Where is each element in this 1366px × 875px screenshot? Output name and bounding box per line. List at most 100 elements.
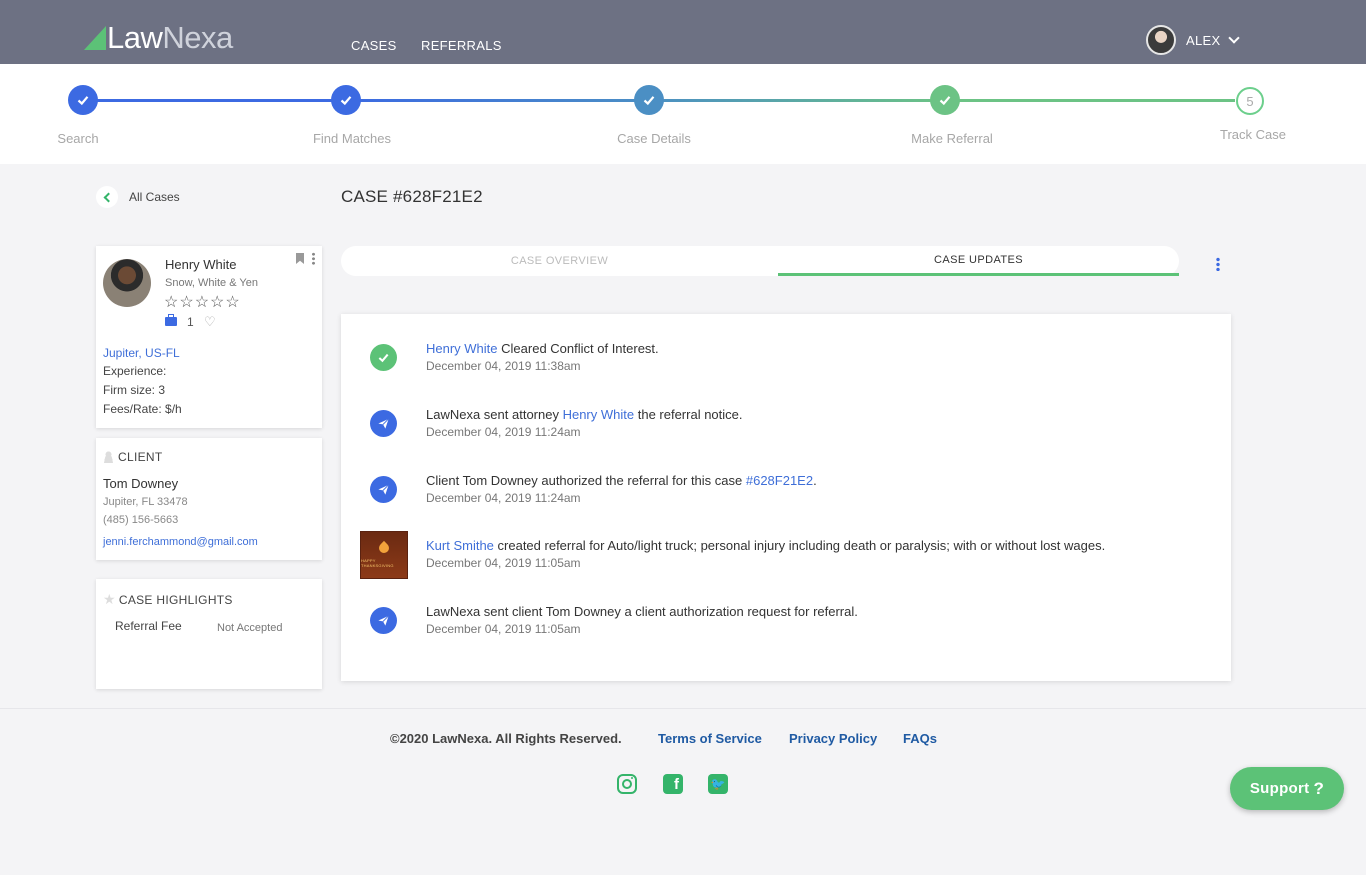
attorney-fees: Fees/Rate: $/h [103, 402, 182, 416]
highlights-heading-label: CASE HIGHLIGHTS [118, 592, 233, 607]
update-text-part: created referral for Auto/light truck; p… [493, 538, 1106, 553]
update-date: December 04, 2019 11:05am [426, 622, 581, 636]
client-heading: CLIENT [103, 450, 162, 464]
attorney-avatar [103, 259, 151, 307]
privacy-link[interactable]: Privacy Policy [789, 731, 877, 746]
attorney-name[interactable]: Henry White [165, 257, 237, 272]
step-label-find-matches: Find Matches [312, 131, 392, 146]
support-label: Support [1249, 780, 1310, 797]
tab-case-overview[interactable]: CASE OVERVIEW [341, 246, 778, 276]
client-name: Tom Downey [103, 476, 179, 491]
twitter-icon[interactable]: 🐦 [708, 774, 728, 794]
referral-fee-value: Not Accepted [217, 622, 283, 634]
case-more-icon[interactable] [1216, 257, 1220, 271]
step-track-case-number[interactable]: 5 [1236, 87, 1264, 115]
terms-link[interactable]: Terms of Service [658, 731, 762, 746]
facebook-icon[interactable]: f [663, 774, 683, 794]
update-text-part: Cleared Conflict of Interest. [497, 341, 659, 356]
copyright: ©2020 LawNexa. All Rights Reserved. [390, 731, 622, 746]
update-link[interactable]: #628F21E2 [746, 473, 813, 488]
client-email[interactable]: jenni.ferchammond@gmail.com [103, 536, 258, 548]
user-name: ALEX [1186, 32, 1221, 48]
step-case-details-check-icon[interactable] [634, 85, 664, 115]
logo-text-law: Law [107, 20, 163, 55]
update-text: LawNexa sent client Tom Downey a client … [426, 604, 858, 619]
step-label-search: Search [57, 131, 99, 146]
rating-stars[interactable]: ☆☆☆☆☆ [164, 292, 241, 312]
update-link[interactable]: Henry White [426, 341, 498, 356]
step-label-make-referral: Make Referral [911, 131, 993, 146]
step-find-matches-check-icon[interactable] [331, 85, 361, 115]
attorney-firm: Snow, White & Yen [165, 277, 258, 289]
send-icon [370, 476, 397, 503]
progress-stepper: 5 Search Find Matches Case Details Make … [0, 64, 1366, 164]
update-date: December 04, 2019 11:24am [426, 425, 581, 439]
thumbnail-text: HAPPY THANKSGIVING [361, 557, 394, 568]
update-text: Henry White Cleared Conflict of Interest… [426, 341, 659, 356]
attorney-location[interactable]: Jupiter, US-FL [103, 346, 180, 360]
case-count: 1 [187, 315, 194, 329]
step-connector [346, 99, 649, 102]
bookmark-icon[interactable] [296, 253, 304, 264]
update-date: December 04, 2019 11:38am [426, 359, 581, 373]
footer-divider [0, 708, 1366, 709]
briefcase-icon [165, 314, 177, 326]
back-arrow-icon [96, 186, 118, 208]
nav-cases[interactable]: CASES [351, 38, 397, 53]
faqs-link[interactable]: FAQs [903, 731, 937, 746]
attorney-more-icon[interactable] [312, 252, 315, 265]
client-phone: (485) 156-5663 [103, 514, 179, 526]
update-text: Kurt Smithe created referral for Auto/li… [426, 538, 1105, 553]
update-text-part: . [813, 473, 817, 488]
step-make-referral-check-icon[interactable] [930, 85, 960, 115]
step-label-track-case: Track Case [1220, 127, 1286, 142]
send-icon [370, 607, 397, 634]
user-avatar [1146, 25, 1176, 55]
heart-icon[interactable]: ♡ [204, 314, 216, 330]
client-heading-label: CLIENT [118, 450, 163, 464]
chevron-down-icon [1228, 31, 1241, 44]
update-text-part: Client Tom Downey authorized the referra… [426, 473, 746, 488]
logo-text-nexa: Nexa [162, 20, 233, 55]
user-menu[interactable]: ALEX [1146, 25, 1241, 55]
update-text: LawNexa sent attorney Henry White the re… [426, 407, 743, 422]
tab-case-updates[interactable]: CASE UPDATES [778, 246, 1179, 276]
top-navbar: LawNexa CASES REFERRALS ALEX [0, 0, 1366, 64]
update-link[interactable]: Henry White [563, 407, 635, 422]
step-label-case-details: Case Details [617, 131, 691, 146]
lawnexa-logo[interactable]: LawNexa [84, 20, 233, 54]
back-label: All Cases [129, 190, 180, 204]
logo-triangle-icon [84, 26, 106, 50]
attorney-firm-size: Firm size: 3 [103, 383, 166, 397]
send-icon [370, 410, 397, 437]
step-search-check-icon[interactable] [68, 85, 98, 115]
check-icon [370, 344, 397, 371]
client-card: CLIENT Tom Downey Jupiter, FL 33478 (485… [96, 438, 322, 560]
update-text: Client Tom Downey authorized the referra… [426, 473, 817, 488]
instagram-icon[interactable] [617, 774, 637, 794]
case-highlights-card: ★ CASE HIGHLIGHTS Referral Fee Not Accep… [96, 579, 322, 689]
update-text-part: the referral notice. [634, 407, 743, 422]
support-button[interactable]: Support ? [1230, 767, 1344, 810]
update-date: December 04, 2019 11:05am [426, 556, 581, 570]
nav-referrals[interactable]: REFERRALS [421, 38, 502, 53]
thumbnail-image: HAPPY THANKSGIVING [360, 531, 408, 579]
step-connector [83, 99, 346, 102]
update-link[interactable]: Kurt Smithe [426, 538, 494, 553]
highlights-heading: ★ CASE HIGHLIGHTS [103, 591, 233, 608]
person-icon [103, 451, 114, 463]
client-address: Jupiter, FL 33478 [103, 496, 188, 508]
step-connector [649, 99, 945, 102]
attorney-card: Henry White Snow, White & Yen ☆☆☆☆☆ 1 ♡ … [96, 246, 322, 428]
star-icon: ★ [103, 591, 116, 607]
case-title: CASE #628F21E2 [341, 187, 483, 206]
question-icon: ? [1313, 778, 1325, 798]
attorney-experience: Experience: [103, 364, 167, 378]
update-date: December 04, 2019 11:24am [426, 491, 581, 505]
update-text-part: LawNexa sent attorney [426, 407, 563, 422]
referral-fee-label: Referral Fee [115, 619, 182, 633]
back-to-all-cases[interactable]: All Cases [96, 186, 180, 208]
case-tabs: CASE OVERVIEW CASE UPDATES [341, 246, 1179, 276]
step-connector [945, 99, 1235, 102]
case-updates-panel: Henry White Cleared Conflict of Interest… [341, 314, 1231, 681]
